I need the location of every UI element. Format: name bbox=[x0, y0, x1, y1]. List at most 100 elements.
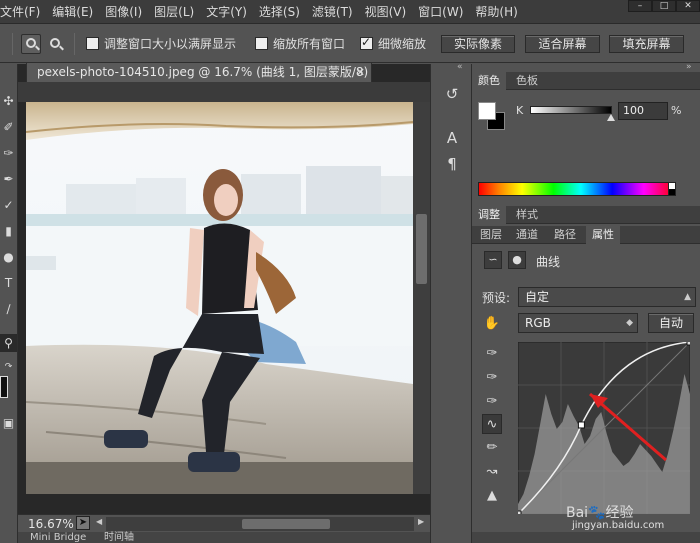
scrubby-zoom-label: 细微缩放 bbox=[378, 37, 427, 51]
document-title: pexels-photo-104510.jpeg @ 16.7% (曲线 1, … bbox=[37, 65, 372, 79]
close-icon[interactable]: ✕ bbox=[676, 0, 700, 12]
curve-edit-icon[interactable]: ∿ bbox=[482, 414, 502, 434]
gray-point-eyedropper-icon[interactable]: ✑ bbox=[482, 368, 502, 388]
scrubby-zoom-checkbox[interactable] bbox=[360, 35, 373, 50]
zoom-all-windows-checkbox[interactable] bbox=[255, 37, 268, 50]
collapse-arrows-icon[interactable]: » bbox=[686, 62, 692, 72]
menu-item-4[interactable]: 文字(Y) bbox=[200, 0, 253, 24]
preset-label: 预设: bbox=[482, 291, 511, 305]
zoom-level[interactable]: 16.67% bbox=[28, 517, 74, 531]
black-white-swatch[interactable] bbox=[668, 182, 676, 196]
dodge-tool-icon[interactable]: ● bbox=[0, 248, 17, 266]
tab-color[interactable]: 颜色 bbox=[472, 72, 506, 90]
foreground-color-icon[interactable] bbox=[0, 376, 8, 398]
scrollbar-thumb[interactable] bbox=[242, 519, 330, 529]
targeted-adjust-hand-icon[interactable]: ✋ bbox=[482, 314, 502, 334]
adjustments-panel-tabs: 调整 样式 bbox=[472, 206, 700, 224]
tab-styles[interactable]: 样式 bbox=[510, 206, 544, 224]
move-tool-icon[interactable]: ✣ bbox=[0, 92, 17, 110]
watermark-url: jingyan.baidu.com bbox=[572, 520, 665, 531]
curve-point-2[interactable] bbox=[686, 342, 690, 346]
scroll-left-icon[interactable]: ◀ bbox=[96, 517, 102, 526]
layer-mask-icon[interactable]: ● bbox=[508, 251, 526, 269]
resize-windows-checkbox[interactable] bbox=[86, 37, 99, 50]
tools-panel: ✣ ✐ ✑ ✒ ✓ ▮ ● T ∕ ⚲ ↷ ▣ bbox=[0, 64, 18, 543]
bottom-panel-tabs: Mini Bridge 时间轴 bbox=[18, 532, 430, 543]
actual-pixels-button[interactable]: 实际像素 bbox=[441, 35, 515, 53]
type-tool-icon[interactable]: T bbox=[0, 274, 17, 292]
eyedropper-tool-icon[interactable]: ✑ bbox=[0, 144, 17, 162]
tab-channels[interactable]: 通道 bbox=[510, 226, 544, 244]
restore-icon[interactable]: □ bbox=[652, 0, 676, 12]
pencil-draw-icon[interactable]: ✏ bbox=[482, 438, 502, 458]
document-tab-strip bbox=[18, 82, 430, 102]
curve-point-1[interactable] bbox=[577, 421, 585, 429]
status-info-icon[interactable]: ➤ bbox=[76, 516, 90, 530]
line-tool-icon[interactable]: ∕ bbox=[0, 300, 17, 318]
scroll-right-icon[interactable]: ▶ bbox=[418, 517, 424, 526]
gradient-tool-icon[interactable]: ▮ bbox=[0, 222, 17, 240]
k-percent-sign: % bbox=[671, 104, 682, 117]
history-brush-tool-icon[interactable]: ✓ bbox=[0, 196, 17, 214]
foreground-color-swatch[interactable] bbox=[478, 102, 496, 120]
menu-item-1[interactable]: 编辑(E) bbox=[46, 0, 99, 24]
history-panel-icon[interactable]: ↺ bbox=[441, 84, 463, 104]
scrollbar-thumb[interactable] bbox=[416, 214, 427, 284]
collapse-arrows-icon[interactable]: « bbox=[457, 62, 463, 72]
watermark-logo: Bai🐾经验 bbox=[566, 505, 634, 521]
white-point-eyedropper-icon[interactable]: ✑ bbox=[482, 392, 502, 412]
document-tab[interactable]: pexels-photo-104510.jpeg @ 16.7% (曲线 1, … bbox=[26, 62, 372, 82]
lasso-tool-icon[interactable]: ✐ bbox=[0, 118, 17, 136]
tab-mini-bridge[interactable]: Mini Bridge bbox=[30, 532, 86, 543]
zoom-tool-icon[interactable]: ⚲ bbox=[0, 334, 17, 352]
horizontal-scrollbar[interactable] bbox=[106, 517, 414, 531]
minimize-icon[interactable]: – bbox=[628, 0, 652, 12]
tab-paths[interactable]: 路径 bbox=[548, 226, 582, 244]
k-slider[interactable] bbox=[530, 106, 612, 114]
zoom-all-windows-label: 缩放所有窗口 bbox=[273, 37, 346, 51]
close-icon[interactable]: ✕ bbox=[356, 63, 365, 82]
curve-point-0[interactable] bbox=[518, 510, 522, 514]
channel-value: RGB bbox=[525, 316, 551, 330]
k-slider-thumb[interactable] bbox=[607, 114, 615, 121]
watermark-brand-cn: 经验 bbox=[605, 505, 634, 521]
clipping-warning-icon[interactable]: ▲ bbox=[482, 486, 502, 506]
watermark-brand: Bai bbox=[566, 505, 589, 521]
menu-item-9[interactable]: 帮助(H) bbox=[469, 0, 523, 24]
k-value-input[interactable]: 100 bbox=[618, 102, 668, 120]
menu-item-7[interactable]: 视图(V) bbox=[359, 0, 413, 24]
tab-swatches[interactable]: 色板 bbox=[510, 72, 544, 90]
auto-button[interactable]: 自动 bbox=[648, 313, 694, 333]
tab-timeline[interactable]: 时间轴 bbox=[104, 532, 134, 543]
color-spectrum-bar[interactable] bbox=[478, 182, 676, 196]
menu-item-6[interactable]: 滤镜(T) bbox=[306, 0, 359, 24]
fill-screen-button[interactable]: 填充屏幕 bbox=[609, 35, 684, 53]
menu-item-3[interactable]: 图层(L) bbox=[148, 0, 200, 24]
properties-title: 曲线 bbox=[536, 255, 561, 269]
channel-select[interactable]: RGB ◆ bbox=[518, 313, 638, 333]
curves-graph[interactable] bbox=[518, 342, 690, 514]
menu-item-0[interactable]: 文件(F) bbox=[0, 0, 46, 24]
paragraph-panel-icon[interactable]: ¶ bbox=[441, 154, 463, 174]
preset-select[interactable]: 自定 ▲ bbox=[518, 287, 696, 307]
menu-item-2[interactable]: 图像(I) bbox=[99, 0, 148, 24]
vertical-scrollbar[interactable] bbox=[413, 102, 430, 494]
character-panel-icon[interactable]: A bbox=[441, 128, 463, 148]
black-point-eyedropper-icon[interactable]: ✑ bbox=[482, 344, 502, 364]
menu-item-5[interactable]: 选择(S) bbox=[253, 0, 306, 24]
menu-item-8[interactable]: 窗口(W) bbox=[412, 0, 469, 24]
swap-colors-icon[interactable]: ↷ bbox=[0, 358, 17, 376]
document-canvas[interactable] bbox=[26, 102, 413, 494]
preset-value: 自定 bbox=[525, 290, 550, 304]
smooth-curve-icon[interactable]: ↝ bbox=[482, 462, 502, 482]
zoom-out-icon[interactable] bbox=[45, 34, 65, 54]
tab-properties[interactable]: 属性 bbox=[586, 226, 620, 244]
fit-screen-button[interactable]: 适合屏幕 bbox=[525, 35, 600, 53]
brush-tool-icon[interactable]: ✒ bbox=[0, 170, 17, 188]
zoom-in-icon[interactable] bbox=[21, 34, 41, 54]
properties-panel-tabs: 图层 通道 路径 属性 bbox=[472, 226, 700, 244]
right-panel-dock: » 颜色 色板 K 100 % 调整 样式 图层 通道 路径 属性 ∽ ● 曲线… bbox=[472, 62, 700, 543]
screen-mode-icon[interactable]: ▣ bbox=[0, 414, 17, 432]
tab-adjustments[interactable]: 调整 bbox=[472, 206, 506, 224]
tab-layers[interactable]: 图层 bbox=[474, 226, 508, 244]
